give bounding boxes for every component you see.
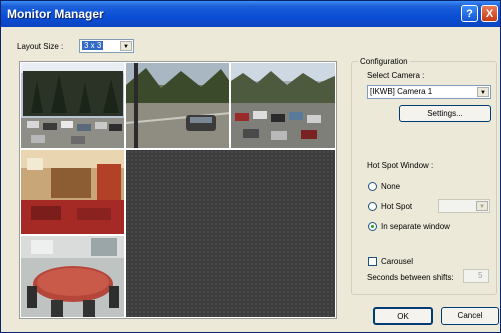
select-camera-label: Select Camera :: [367, 71, 425, 80]
ok-button[interactable]: OK: [373, 307, 433, 325]
seconds-value: 5: [478, 271, 483, 280]
camera-view-2[interactable]: [125, 62, 230, 149]
hot-spot-window-label: Hot Spot Window :: [367, 161, 434, 170]
carousel-checkbox[interactable]: [368, 257, 377, 266]
seconds-between-shifts-input: 5: [463, 269, 489, 283]
window-title: Monitor Manager: [7, 7, 104, 21]
layout-size-label: Layout Size :: [17, 42, 64, 51]
empty-camera-slot[interactable]: [125, 149, 336, 318]
none-radio[interactable]: [368, 182, 377, 191]
help-icon[interactable]: ?: [461, 5, 478, 22]
camera-select[interactable]: [IKWB] Camera 1 ▼: [367, 85, 491, 99]
layout-size-value: 3 x 3: [82, 41, 104, 50]
hot-spot-radio-label: Hot Spot: [381, 202, 413, 211]
chevron-down-icon[interactable]: ▼: [120, 41, 132, 51]
configuration-legend: Configuration: [360, 57, 408, 66]
cancel-button[interactable]: Cancel: [441, 307, 499, 325]
camera-3-image: [231, 63, 335, 148]
hot-spot-radio[interactable]: [368, 202, 377, 211]
camera-view-1[interactable]: [20, 62, 125, 149]
camera-1-image: [21, 63, 124, 148]
chevron-down-icon[interactable]: ▼: [477, 87, 489, 97]
monitor-manager-window: Monitor Manager ? X Layout Size : 3 x 3 …: [0, 0, 501, 333]
camera-2-image: [126, 63, 229, 148]
layout-size-select[interactable]: 3 x 3 ▼: [79, 39, 134, 53]
camera-grid: [19, 61, 337, 319]
close-icon[interactable]: X: [481, 5, 498, 22]
carousel-label: Carousel: [381, 257, 414, 266]
camera-view-5[interactable]: [20, 235, 125, 318]
seconds-between-shifts-label: Seconds between shifts:: [367, 273, 454, 282]
settings-button[interactable]: Settings...: [399, 105, 491, 122]
radio-selected-dot: [371, 225, 374, 228]
hot-spot-select: ▼: [438, 199, 490, 213]
separate-window-radio-label: In separate window: [381, 222, 450, 231]
separate-window-radio[interactable]: [368, 222, 377, 231]
none-radio-label: None: [381, 182, 401, 191]
camera-view-4[interactable]: [20, 149, 125, 235]
camera-select-value: [IKWB] Camera 1: [370, 87, 433, 96]
camera-view-3[interactable]: [230, 62, 336, 149]
chevron-down-icon: ▼: [476, 201, 488, 211]
camera-4-image: [21, 150, 124, 234]
camera-5-image: [21, 236, 124, 317]
title-bar[interactable]: Monitor Manager ? X: [1, 1, 500, 27]
